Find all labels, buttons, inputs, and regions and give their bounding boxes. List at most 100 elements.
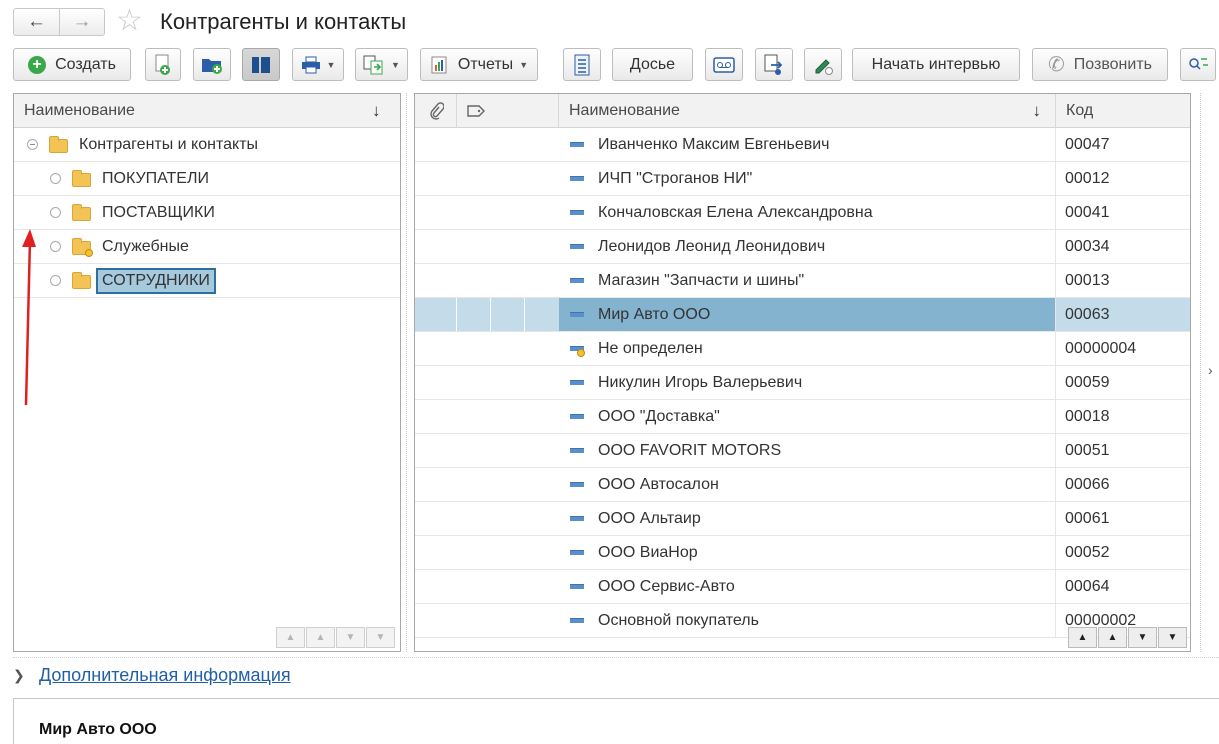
list-row[interactable]: ООО "Доставка" 00018 (415, 400, 1190, 434)
reports-button[interactable]: Отчеты ▼ (420, 48, 538, 81)
folder-icon (72, 204, 91, 221)
contact-code: 00061 (1065, 509, 1110, 527)
additional-info-link[interactable]: Дополнительная информация (39, 665, 291, 686)
contact-name: Иванченко Максим Евгеньевич (598, 135, 830, 153)
catalog-item-icon (570, 278, 584, 283)
right-splitter[interactable] (1200, 93, 1201, 652)
list-row[interactable]: Кончаловская Елена Александровна 00041 (415, 196, 1190, 230)
list-row[interactable]: ООО Сервис-Авто 00064 (415, 570, 1190, 604)
tree-mode-toggle[interactable] (242, 48, 280, 81)
contact-code: 00041 (1065, 203, 1110, 221)
list-row[interactable]: Не определен 00000004 (415, 332, 1190, 366)
star-icon[interactable]: ☆ (116, 6, 143, 36)
scroll-up-icon[interactable]: ▲ (1098, 627, 1127, 648)
contact-code: 00064 (1065, 577, 1110, 595)
column-separator (1055, 332, 1056, 365)
tree-item[interactable]: ПОКУПАТЕЛИ (14, 162, 400, 196)
attachment-column-header[interactable] (415, 94, 457, 128)
list-scroll-buttons: ▲ ▲ ▼ ▼ (1068, 627, 1187, 648)
new-document-icon (155, 54, 170, 75)
column-separator (1055, 502, 1056, 535)
code-column-header[interactable]: Код (1056, 94, 1190, 128)
start-interview-button[interactable]: Начать интервью (852, 48, 1020, 81)
contact-name: ООО Сервис-Авто (598, 577, 735, 595)
scroll-top-icon[interactable]: ▲ (276, 627, 305, 648)
send-document-button[interactable] (755, 48, 793, 81)
phone-icon: ✆ (1048, 54, 1065, 76)
contacts-list-panel: Наименование ↓ Код Иванченко Максим Евге… (414, 93, 1191, 652)
list-row[interactable]: ООО FAVORIT MOTORS 00051 (415, 434, 1190, 468)
column-separator (1055, 128, 1056, 161)
dropdown-caret-icon: ▼ (326, 59, 336, 70)
create-group-button[interactable] (193, 48, 231, 81)
folder-icon (72, 238, 93, 257)
scroll-up-icon[interactable]: ▲ (306, 627, 335, 648)
additional-info-toggle[interactable]: ❯ Дополнительная информация (13, 660, 291, 690)
code-column-header-label: Код (1066, 102, 1094, 119)
contact-name: ООО ВиаНор (598, 543, 698, 561)
cassette-button[interactable] (705, 48, 743, 81)
call-button-label: Позвонить (1073, 55, 1152, 73)
list-row[interactable]: ИЧП "Строганов НИ" 00012 (415, 162, 1190, 196)
contact-code: 00034 (1065, 237, 1110, 255)
list-row[interactable]: Леонидов Леонид Леонидович 00034 (415, 230, 1190, 264)
collapse-icon[interactable] (27, 139, 38, 150)
call-button[interactable]: ✆ Позвонить (1032, 48, 1168, 81)
create-button[interactable]: + Создать (13, 48, 131, 81)
tree-node-circle-icon (50, 173, 61, 184)
contact-code: 00018 (1065, 407, 1110, 425)
contact-name: Основной покупатель (598, 611, 759, 629)
list-settings-button[interactable] (563, 48, 601, 81)
list-row[interactable]: ООО ВиаНор 00052 (415, 536, 1190, 570)
create-based-on-button[interactable]: ▼ (355, 48, 408, 81)
tree-column-header[interactable]: Наименование (24, 94, 394, 128)
tree-header: Наименование ↓ (14, 94, 400, 128)
tree-root-row[interactable]: Контрагенты и контакты (14, 128, 400, 162)
dossier-button[interactable]: Досье (612, 48, 693, 81)
column-separator (1055, 604, 1056, 637)
list-row[interactable]: Магазин "Запчасти и шины" 00013 (415, 264, 1190, 298)
contact-name: Никулин Игорь Валерьевич (598, 373, 803, 391)
column-separator (1055, 536, 1056, 569)
reports-icon (431, 56, 447, 73)
cell-separator (490, 298, 491, 331)
tag-column-header[interactable] (457, 94, 559, 128)
chevron-down-icon[interactable]: ❯ (13, 667, 39, 684)
catalog-item-icon (570, 312, 584, 317)
edit-button[interactable] (804, 48, 842, 81)
scroll-top-icon[interactable]: ▲ (1068, 627, 1097, 648)
tree-node-circle-icon (50, 241, 61, 252)
list-row[interactable]: ООО Альтаир 00061 (415, 502, 1190, 536)
column-separator (1055, 400, 1056, 433)
forward-arrow-icon[interactable]: → (58, 9, 104, 35)
list-row[interactable]: Никулин Игорь Валерьевич 00059 (415, 366, 1190, 400)
list-row[interactable]: ООО Автосалон 00066 (415, 468, 1190, 502)
tree-item[interactable]: ПОСТАВЩИКИ (14, 196, 400, 230)
sort-down-arrow-icon[interactable]: ↓ (372, 101, 381, 121)
catalog-item-icon (570, 142, 584, 147)
copy-button[interactable] (145, 48, 181, 81)
scroll-down-icon[interactable]: ▼ (1128, 627, 1157, 648)
scroll-bottom-icon[interactable]: ▼ (366, 627, 395, 648)
scroll-down-icon[interactable]: ▼ (336, 627, 365, 648)
column-separator (1055, 570, 1056, 603)
tree-item-selected[interactable]: СОТРУДНИКИ (14, 264, 400, 298)
panel-splitter[interactable] (406, 93, 407, 652)
back-arrow-icon[interactable]: ← (14, 9, 59, 35)
catalog-item-icon (570, 516, 584, 521)
expand-right-chevron-icon[interactable]: › (1208, 362, 1213, 378)
scroll-bottom-icon[interactable]: ▼ (1158, 627, 1187, 648)
catalog-item-icon (570, 380, 584, 385)
find-replace-icon (1189, 57, 1208, 70)
find-replace-button[interactable] (1180, 48, 1216, 81)
start-interview-button-label: Начать интервью (871, 55, 1001, 73)
list-row-selected[interactable]: Мир Авто ООО 00063 (415, 298, 1190, 332)
name-column-header[interactable]: Наименование ↓ (559, 94, 1056, 128)
list-row[interactable]: Иванченко Максим Евгеньевич 00047 (415, 128, 1190, 162)
print-button[interactable]: ▼ (292, 48, 344, 81)
cassette-icon (713, 56, 735, 73)
tree-item-label: ПОСТАВЩИКИ (102, 203, 215, 221)
catalog-item-icon (570, 584, 584, 589)
folder-add-icon (202, 58, 222, 74)
tree-item[interactable]: Служебные (14, 230, 400, 264)
